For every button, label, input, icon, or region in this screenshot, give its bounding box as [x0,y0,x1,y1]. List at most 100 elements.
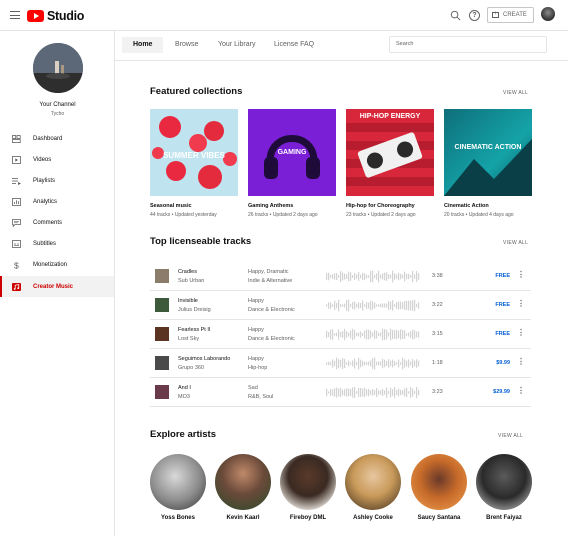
artist-card[interactable]: Kevin Kaarl [215,454,271,521]
track-row[interactable]: Seguimos Laborando Grupo 360 Happy Hip-h… [150,349,531,378]
waveform[interactable] [326,328,421,341]
collection-card[interactable]: HIP-HOP ENERGY Hip-hop for Choreography … [346,109,434,218]
waveform-bar [386,387,388,398]
waveform-bar [404,359,406,368]
waveform-bar [330,302,332,309]
waveform-bar [408,359,410,368]
artist-photo [215,454,271,510]
waveform-bar [400,362,402,365]
featured-view-all-link[interactable]: VIEW ALL [503,90,528,96]
waveform-bar [398,301,400,310]
help-icon[interactable]: ? [469,10,480,21]
more-options-icon[interactable]: ⋮ [517,270,525,280]
waveform-bar [344,389,346,396]
search-icon[interactable] [450,10,461,21]
track-genre: Dance & Electronic [248,335,295,342]
track-row[interactable]: Cradles Sub Urban Happy, Dramatic Indie … [150,262,531,291]
waveform-bar [382,358,384,369]
waveform-bar [336,272,338,281]
sidebar-item-creator-music[interactable]: Creator Music [0,276,114,297]
more-options-icon[interactable]: ⋮ [517,328,525,338]
waveform-bar [404,388,406,397]
menu-icon[interactable] [10,11,20,19]
waveform-bar [372,358,374,369]
waveform-bar [386,272,388,281]
waveform-bar [392,300,394,311]
waveform[interactable] [326,357,421,370]
waveform-bar [398,359,400,368]
artist-photo [476,454,532,510]
track-price[interactable]: $29.99 [493,389,510,395]
waveform-bar [416,331,418,338]
waveform-bar [344,303,346,308]
waveform-bar [402,357,404,370]
waveform-bar [386,361,388,366]
account-avatar[interactable] [541,7,555,21]
track-artist: Lost Sky [178,335,200,342]
track-duration: 3:23 [432,389,443,395]
tab-license-faq[interactable]: License FAQ [263,37,325,53]
waveform-bar [356,303,358,308]
waveform-bar [354,301,356,310]
waveform-bar [362,388,364,397]
track-price[interactable]: FREE [495,331,510,337]
track-name: Cradles [178,269,197,275]
waveform-bar [348,271,350,282]
artist-card[interactable]: Fireboy DML [280,454,336,521]
waveform-bar [414,360,416,367]
create-button[interactable]: CREATE [487,7,534,23]
tab-home[interactable]: Home [122,37,164,53]
sidebar-item-monetization[interactable]: $ Monetization [0,254,114,275]
waveform-bar [340,359,342,368]
artist-photo [411,454,467,510]
collection-card[interactable]: GAMING Gaming Anthems 26 tracks • Update… [248,109,336,218]
track-price[interactable]: FREE [495,273,510,279]
waveform-bar [362,272,364,281]
artist-card[interactable]: Ashley Cooke [345,454,401,521]
sidebar-item-playlists[interactable]: Playlists [0,170,114,191]
collection-card[interactable]: CINEMATIC ACTION Cinematic Action 20 tra… [444,109,532,218]
more-options-icon[interactable]: ⋮ [517,299,525,309]
collection-card[interactable]: SUMMER VIBES Seasonal music 44 tracks • … [150,109,238,218]
waveform[interactable] [326,270,421,283]
waveform-bar [366,274,368,279]
waveform-bar [326,273,328,280]
track-mood: Happy [248,327,264,333]
creator-music-icon [12,282,21,291]
more-options-icon[interactable]: ⋮ [517,386,525,396]
waveform-bar [416,303,418,308]
channel-avatar[interactable] [33,43,83,93]
track-row[interactable]: Fearless Pt II Lost Sky Happy Dance & El… [150,320,531,349]
waveform-bar [374,302,376,309]
search-input[interactable]: Search [389,36,547,53]
waveform-bar [380,390,382,395]
sidebar-item-videos[interactable]: Videos [0,149,114,170]
artist-card[interactable]: Brent Faiyaz [476,454,532,521]
sidebar-item-subtitles[interactable]: Subtitles [0,233,114,254]
sidebar-item-analytics[interactable]: Analytics [0,191,114,212]
waveform-bar [372,301,374,310]
track-row[interactable]: And I MO3 Sad R&B, Soul 3:23 $29.99 ⋮ [150,378,531,407]
studio-logo[interactable]: Studio [27,9,84,23]
dollar-icon: $ [14,261,19,269]
more-options-icon[interactable]: ⋮ [517,357,525,367]
track-thumbnail [155,356,169,370]
waveform-bar [396,274,398,279]
waveform[interactable] [326,386,421,399]
waveform[interactable] [326,299,421,312]
artist-card[interactable]: Yoss Bones [150,454,206,521]
tracks-view-all-link[interactable]: VIEW ALL [503,240,528,246]
track-row[interactable]: Invisible Julius Dreisig Happy Dance & E… [150,291,531,320]
waveform-bar [390,301,392,310]
track-genre: R&B, Soul [248,393,274,400]
tab-your-library[interactable]: Your Library [207,37,267,53]
waveform-bar [368,302,370,309]
artist-card[interactable]: Saucy Santana [411,454,467,521]
waveform-bar [362,333,364,336]
sidebar-item-comments[interactable]: Comments [0,212,114,233]
tab-browse[interactable]: Browse [164,37,209,53]
sidebar-item-dashboard[interactable]: Dashboard [0,128,114,149]
artists-view-all-link[interactable]: VIEW ALL [498,433,523,439]
track-price[interactable]: $9.99 [496,360,510,366]
track-price[interactable]: FREE [495,302,510,308]
